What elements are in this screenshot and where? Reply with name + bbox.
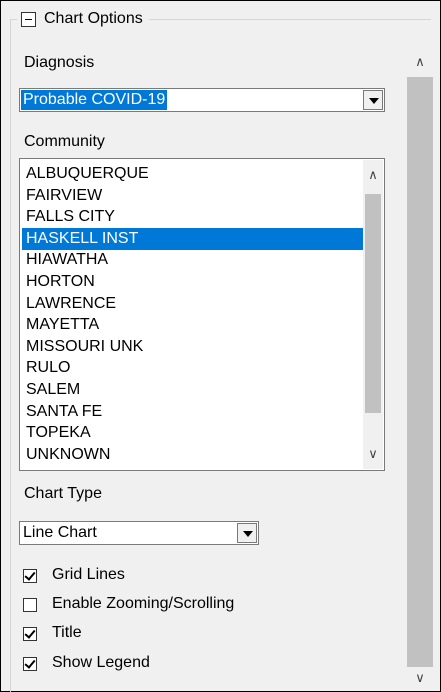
diagnosis-dropdown[interactable]: Probable COVID-19 [19,88,385,112]
chevron-down-icon [243,531,253,537]
collapse-icon[interactable] [21,11,36,27]
title-label: Title [52,624,82,641]
list-item[interactable]: MAYETTA [22,314,364,336]
chart-type-value: Line Chart [23,524,97,541]
community-scroll-thumb[interactable] [365,194,381,413]
zoom-scroll-label: Enable Zooming/Scrolling [52,595,235,612]
show-legend-checkbox[interactable] [23,657,37,671]
chart-type-label: Chart Type [24,485,102,502]
community-label: Community [24,133,105,150]
dropdown-button[interactable] [363,90,383,110]
list-item[interactable]: SALEM [22,379,364,401]
scroll-up-icon[interactable]: ∧ [368,168,378,181]
community-listbox[interactable]: ALBUQUERQUE FAIRVIEW FALLS CITY HASKELL INS… [19,158,385,471]
title-checkbox[interactable] [23,627,37,641]
scroll-down-icon[interactable]: ∨ [368,447,378,460]
list-item[interactable]: HORTON [22,271,364,293]
group-header: Chart Options [17,7,149,31]
scroll-down-icon[interactable]: ∨ [415,671,425,684]
diagnosis-value: Probable COVID-19 [21,90,168,110]
chevron-down-icon [369,98,379,104]
list-item[interactable]: HASKELL INST [22,227,364,250]
zoom-scroll-checkbox[interactable] [23,598,37,612]
list-item[interactable]: RULO [22,357,364,379]
list-item[interactable]: FAIRVIEW [22,185,364,207]
list-item[interactable]: LAWRENCE [22,293,364,315]
list-item[interactable]: SANTA FE [22,401,364,423]
list-item[interactable]: ALBUQUERQUE [22,163,364,185]
group-title: Chart Options [44,10,143,27]
grid-lines-checkbox[interactable] [23,569,37,583]
list-item[interactable]: MISSOURI UNK [22,336,364,358]
community-scrollbar[interactable]: ∧ ∨ [363,160,383,469]
diagnosis-label: Diagnosis [24,54,95,71]
grid-lines-label: Grid Lines [52,566,125,583]
list-item[interactable]: TOPEKA [22,422,364,444]
show-legend-label: Show Legend [52,654,150,671]
chart-type-dropdown[interactable]: Line Chart [19,521,259,545]
panel-scrollbar[interactable]: ∧ ∨ [404,45,436,690]
scroll-up-icon[interactable]: ∧ [415,55,425,68]
list-item[interactable]: UNKNOWN [22,444,364,466]
list-item[interactable]: HIAWATHA [22,249,364,271]
list-item[interactable]: FALLS CITY [22,206,364,228]
dropdown-button[interactable] [237,523,257,543]
panel-scroll-thumb[interactable] [407,77,433,667]
